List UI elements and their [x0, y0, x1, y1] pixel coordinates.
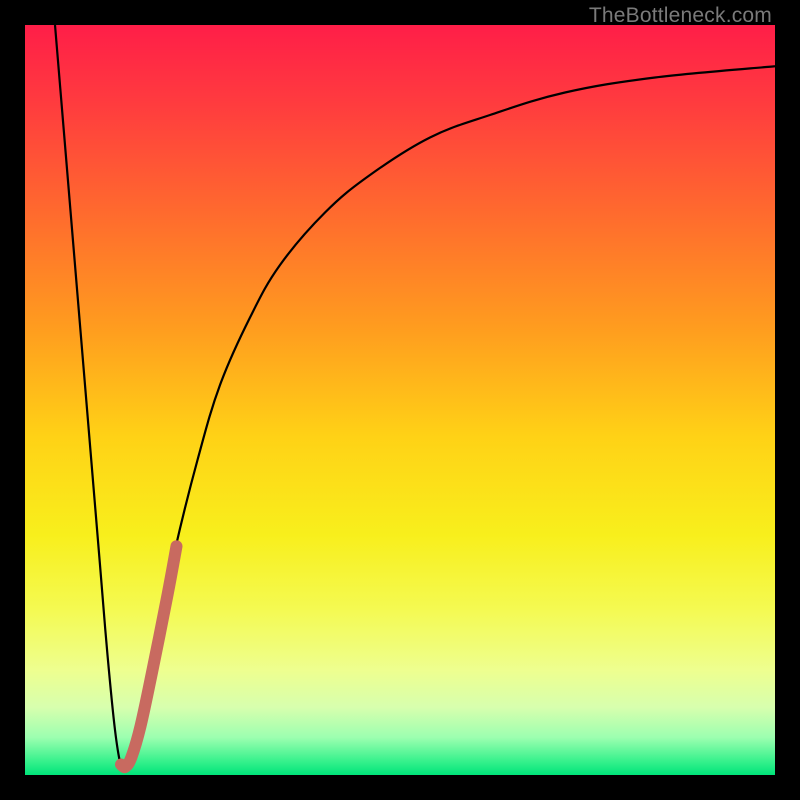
bottleneck-chart: [25, 25, 775, 775]
chart-area: [25, 25, 775, 775]
chart-background: [25, 25, 775, 775]
page-frame: TheBottleneck.com: [0, 0, 800, 800]
